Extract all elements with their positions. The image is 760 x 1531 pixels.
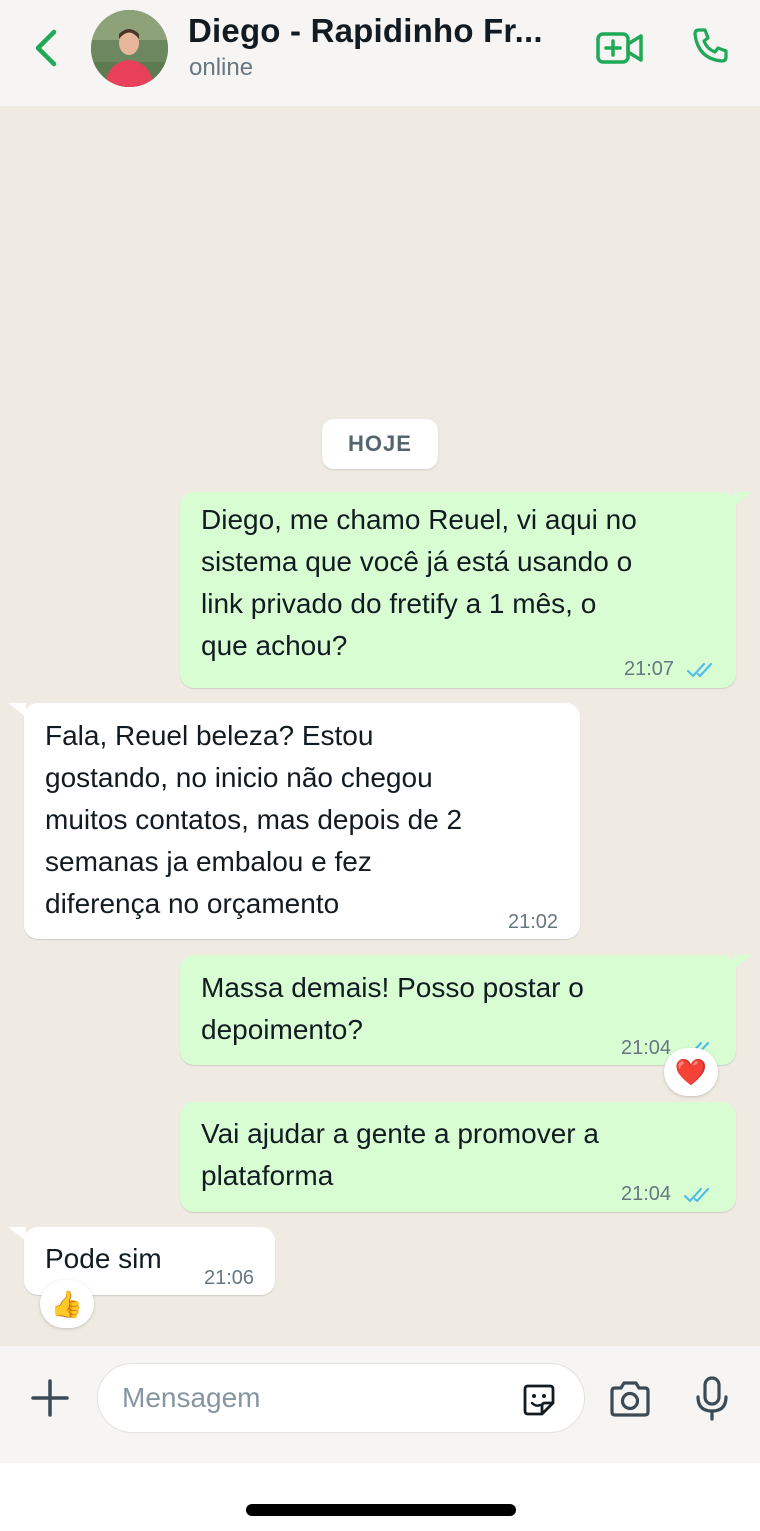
message-line: Pode sim — [45, 1243, 162, 1274]
message-time: 21:07 — [624, 658, 675, 680]
contact-status: online — [189, 54, 254, 81]
back-button[interactable] — [28, 26, 64, 70]
camera-icon — [610, 1381, 650, 1417]
message-line: que achou? — [201, 630, 348, 661]
message-line: Massa demais! Posso postar o — [201, 972, 584, 1003]
message-line: sistema que você já está usando o — [201, 546, 633, 577]
message-outgoing[interactable]: Diego, me chamo Reuel, vi aqui no sistem… — [180, 492, 736, 688]
bubble-tail — [734, 955, 752, 969]
camera-button[interactable] — [608, 1380, 652, 1418]
chevron-left-icon — [35, 29, 57, 67]
message-line: Vai ajudar a gente a promover a — [201, 1118, 599, 1149]
message-line: depoimento? — [201, 1014, 363, 1045]
message-input[interactable] — [122, 1364, 512, 1432]
double-check-icon — [686, 662, 712, 677]
reaction-badge[interactable]: 👍 — [40, 1280, 94, 1328]
message-time: 21:02 — [508, 911, 559, 933]
message-incoming[interactable]: Fala, Reuel beleza? Estou gostando, no i… — [24, 703, 580, 939]
message-text: Pode sim — [45, 1238, 162, 1280]
video-plus-icon — [596, 32, 643, 64]
chat-header: Diego - Rapidinho Fr... online — [0, 0, 760, 106]
message-line: muitos contatos, mas depois de 2 — [45, 804, 463, 835]
message-text: Massa demais! Posso postar o depoimento? — [201, 967, 584, 1051]
message-meta: 21:02 — [508, 901, 558, 943]
message-line: diferença no orçamento — [45, 888, 340, 919]
message-text: Vai ajudar a gente a promover a platafor… — [201, 1113, 599, 1197]
sticker-button[interactable] — [522, 1383, 556, 1417]
message-outgoing[interactable]: Vai ajudar a gente a promover a platafor… — [180, 1102, 736, 1212]
message-time: 21:04 — [621, 1183, 672, 1205]
message-line: semanas ja embalou e fez — [45, 846, 372, 877]
contact-photo — [91, 10, 168, 87]
reaction-badge[interactable]: ❤️ — [664, 1048, 718, 1096]
message-line: gostando, no inicio não chegou — [45, 762, 433, 793]
plus-icon — [31, 1379, 69, 1417]
contact-name[interactable]: Diego - Rapidinho Fr... — [188, 12, 543, 50]
message-meta: 21:07 — [624, 648, 718, 690]
voice-call-button[interactable] — [690, 26, 730, 66]
double-check-icon — [683, 1187, 709, 1202]
microphone-button[interactable] — [694, 1376, 730, 1422]
message-line: Diego, me chamo Reuel, vi aqui no — [201, 504, 637, 535]
message-meta: 21:04 — [621, 1173, 715, 1215]
message-meta: 21:06 — [204, 1257, 254, 1299]
message-line: link privado do fretify a 1 mês, o — [201, 588, 597, 619]
message-text: Fala, Reuel beleza? Estou gostando, no i… — [45, 715, 462, 925]
avatar[interactable] — [91, 10, 168, 87]
sticker-icon — [523, 1384, 555, 1416]
attach-button[interactable] — [28, 1376, 72, 1420]
date-chip: HOJE — [322, 419, 438, 469]
message-line: Fala, Reuel beleza? Estou — [45, 720, 374, 751]
phone-icon — [693, 28, 728, 63]
microphone-icon — [696, 1376, 728, 1421]
video-call-button[interactable] — [594, 28, 646, 68]
system-bar — [0, 1463, 760, 1531]
bubble-tail — [734, 492, 752, 506]
home-indicator[interactable] — [246, 1504, 516, 1516]
message-time: 21:06 — [204, 1267, 255, 1289]
message-outgoing[interactable]: Massa demais! Posso postar o depoimento?… — [180, 955, 736, 1065]
message-time: 21:04 — [621, 1037, 672, 1059]
message-text: Diego, me chamo Reuel, vi aqui no sistem… — [201, 499, 637, 667]
message-line: plataforma — [201, 1160, 334, 1191]
message-composer — [0, 1346, 760, 1463]
message-input-box[interactable] — [97, 1363, 585, 1433]
